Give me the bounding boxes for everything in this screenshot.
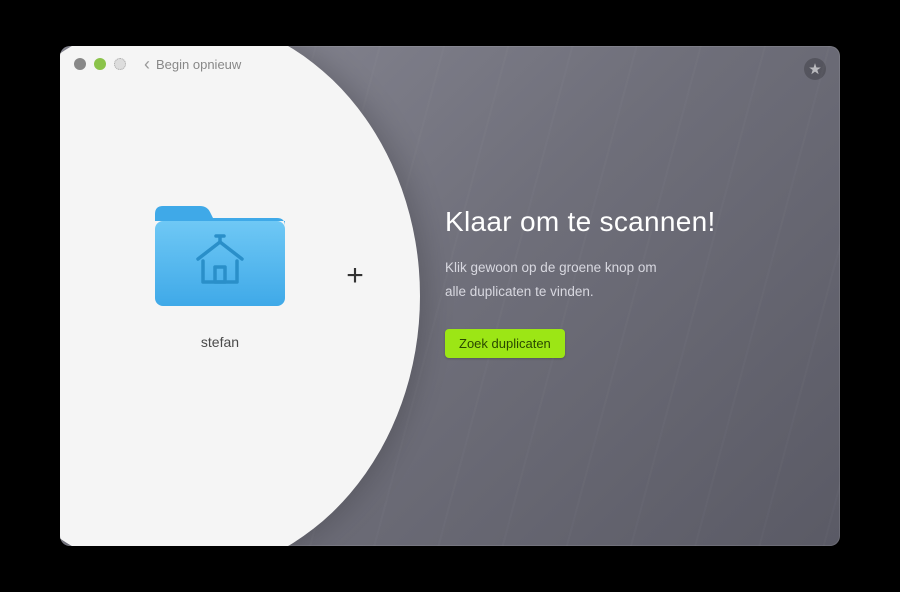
maximize-window-button[interactable] [114,58,126,70]
favorites-button[interactable] [804,58,826,80]
description-line: alle duplicaten te vinden. [445,280,800,304]
back-navigation[interactable]: ‹ Begin opnieuw [144,54,241,75]
selected-folder[interactable]: stefan [120,196,320,350]
star-icon [808,62,822,76]
add-folder-button[interactable]: + [335,256,375,296]
titlebar: ‹ Begin opnieuw [60,46,840,82]
minimize-window-button[interactable] [94,58,106,70]
back-label: Begin opnieuw [156,57,241,72]
window-controls [74,58,126,70]
page-heading: Klaar om te scannen! [445,206,800,238]
folder-name: stefan [201,334,239,350]
main-content: Klaar om te scannen! Klik gewoon op de g… [445,206,800,358]
app-window: ‹ Begin opnieuw [60,46,840,546]
chevron-left-icon: ‹ [144,54,150,75]
description-line: Klik gewoon op de groene knop om [445,256,800,280]
page-description: Klik gewoon op de groene knop om alle du… [445,256,800,305]
folder-icon [145,196,295,316]
plus-icon: + [346,259,364,293]
close-window-button[interactable] [74,58,86,70]
scan-duplicates-button[interactable]: Zoek duplicaten [445,329,565,358]
